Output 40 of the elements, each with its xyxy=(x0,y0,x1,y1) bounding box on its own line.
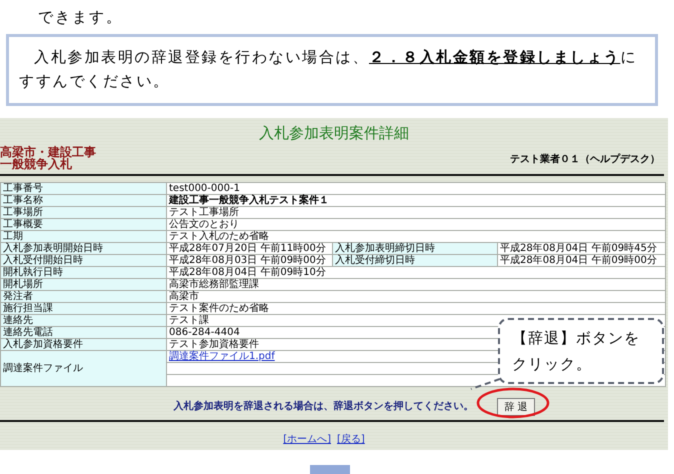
table-cell: 平成28年08月04日 午前09時45分 xyxy=(498,242,666,254)
field-label: 工事名称 xyxy=(0,194,166,206)
field-label: 入札参加表明開始日時 xyxy=(0,242,166,254)
field-label: 開札執行日時 xyxy=(0,266,166,278)
table-cell: 平成28年08月03日 午前09時00分 xyxy=(166,254,332,266)
field-label: 連絡先 xyxy=(0,314,166,326)
field-label: 工事番号 xyxy=(0,182,166,194)
field-label: 開札場所 xyxy=(0,278,166,290)
table-cell: 平成28年07月20日 午前11時00分 xyxy=(166,242,332,254)
field-label: 施行担当課 xyxy=(0,302,166,314)
note-text: 入札参加表明の辞退登録を行わない場合は、２．８入札金額を登録しましょうにすすんでください。 xyxy=(19,48,638,92)
nav-link[interactable]: [戻る] xyxy=(337,432,365,446)
table-cell: 公告文のとおり xyxy=(166,218,666,230)
field-label: 発注者 xyxy=(0,290,166,302)
table-cell: 高梁市総務部監理課 xyxy=(166,278,666,290)
table-cell: テスト入札のため省略 xyxy=(166,230,666,242)
body-text: できます。 xyxy=(37,9,124,28)
table-cell: test000-000-1 xyxy=(166,182,666,194)
field-label: 調達案件ファイル xyxy=(0,350,166,386)
table-cell: テスト工事場所 xyxy=(166,206,666,218)
page-title: 入札参加表明案件詳細 xyxy=(258,124,410,142)
table-cell: 平成28年08月04日 午前09時10分 xyxy=(166,266,666,278)
table-cell: 建設工事一般競争入札テスト案件１ xyxy=(166,194,666,206)
user-name: テスト業者０１（ヘルプデスク） xyxy=(510,152,660,166)
table-cell: テスト案件のため省略 xyxy=(166,302,666,314)
table-cell: 平成28年08月04日 午前09時00分 xyxy=(498,254,666,266)
field-label: 入札受付締切日時 xyxy=(332,254,498,266)
withdraw-message: 入札参加表明を辞退される場合は、辞退ボタンを押してください。 xyxy=(173,399,474,412)
field-label: 入札参加表明締切日時 xyxy=(332,242,498,254)
table-cell: 高梁市 xyxy=(166,290,666,302)
file-link[interactable]: 調達案件ファイル1.pdf xyxy=(169,351,275,362)
field-label: 工事概要 xyxy=(0,218,166,230)
field-label: 工事場所 xyxy=(0,206,166,218)
organization-name: 高梁市・建設工事 一般競争入札 xyxy=(0,146,96,170)
field-label: 入札参加資格要件 xyxy=(0,338,166,350)
field-label: 連絡先電話 xyxy=(0,326,166,338)
nav-link[interactable]: [ホームへ] xyxy=(283,432,331,446)
field-label: 入札受付開始日時 xyxy=(0,254,166,266)
field-label: 工期 xyxy=(0,230,166,242)
withdraw-button[interactable]: 辞 退 xyxy=(497,398,535,416)
